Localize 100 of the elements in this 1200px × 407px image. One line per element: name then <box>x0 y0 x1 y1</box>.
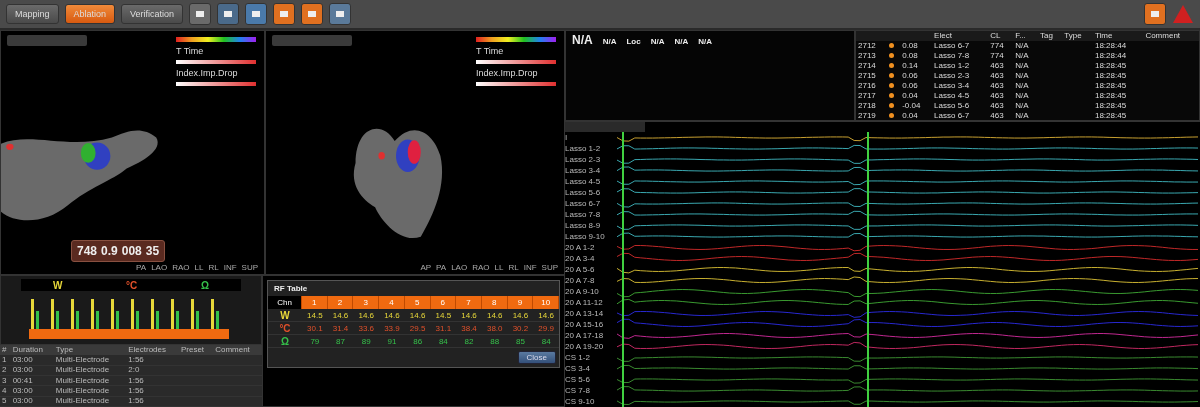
tool-icon <box>1149 8 1161 20</box>
view-button[interactable]: LL <box>494 264 504 272</box>
table-cell: Lasso 5-6 <box>934 101 970 110</box>
dot-icon <box>889 93 895 98</box>
table-cell: N/A <box>1015 111 1029 120</box>
view-button[interactable]: PA <box>436 264 447 272</box>
toolbar-button[interactable] <box>217 3 240 25</box>
table-cell: 33.6 <box>353 322 380 335</box>
view-button[interactable]: INF <box>523 264 537 272</box>
column-header: 7 <box>456 296 482 309</box>
table-cell: 30.1 <box>302 322 328 335</box>
table-cell: -0.04 <box>902 101 921 110</box>
table-cell: Multi-Electrode <box>55 386 110 396</box>
table-cell: 2719 <box>858 111 876 120</box>
table-cell: 14.6 <box>533 309 559 322</box>
table-cell: 03:00 <box>12 386 33 396</box>
column-header[interactable]: Comment <box>213 345 262 355</box>
view-button[interactable]: LAO <box>451 264 468 272</box>
channel-label: CS 5-6 <box>565 375 591 384</box>
view-button[interactable]: LL <box>194 264 204 272</box>
table-cell: 30.2 <box>507 322 534 335</box>
channel-label: Lasso 6-7 <box>565 199 602 208</box>
table-cell: Lasso 2-3 <box>934 71 970 80</box>
mode-tab[interactable]: Verification <box>121 4 184 24</box>
table-cell: 0.14 <box>902 61 918 70</box>
info-value: N/A <box>698 37 713 46</box>
table-cell: 29.5 <box>404 322 431 335</box>
table-cell: 84 <box>430 335 457 348</box>
dot-icon <box>889 103 895 108</box>
map-viewport[interactable]: T Time Index.Imp.Drop 748 0.9 008 35 PA LAO RAO LL RL INF SUP <box>0 30 265 275</box>
column-header[interactable]: Electrodes <box>126 345 179 355</box>
column-header: 10 <box>533 296 559 309</box>
chart-legend-label: W <box>52 279 63 291</box>
channel-label: Lasso 7-8 <box>565 210 602 219</box>
info-value: N/A <box>572 33 593 47</box>
table-cell: 18:28:45 <box>1094 91 1127 100</box>
table-cell: 31.1 <box>430 322 457 335</box>
view-button[interactable]: RAO <box>172 264 190 272</box>
toolbar-button[interactable] <box>189 3 212 25</box>
mode-tab[interactable]: Mapping <box>6 4 59 24</box>
view-button[interactable]: RL <box>208 264 219 272</box>
table-cell: 2:0 <box>128 365 140 375</box>
table-cell: Lasso 6-7 <box>934 41 970 50</box>
table-cell: 0.06 <box>902 71 918 80</box>
tool-icon <box>222 8 235 20</box>
view-button[interactable]: AP <box>420 264 432 272</box>
table-cell: 3 <box>2 375 7 385</box>
panel-title: RF Table <box>273 283 309 295</box>
toolbar-button[interactable] <box>1144 3 1166 25</box>
info-value: N/A <box>674 37 689 46</box>
table-cell: Multi-Electrode <box>55 365 110 375</box>
toolbar-button[interactable] <box>245 3 268 25</box>
channel-label: 20 A 1-2 <box>565 243 596 252</box>
column-header: Chn <box>268 296 302 309</box>
toolbar-button[interactable] <box>329 3 352 25</box>
table-cell: 03:00 <box>12 365 33 375</box>
column-header[interactable]: Preset <box>178 345 214 355</box>
channel-label: CS 7-8 <box>565 386 591 395</box>
view-button[interactable]: RAO <box>472 264 490 272</box>
view-button[interactable]: RL <box>508 264 519 272</box>
table-cell: 14.6 <box>327 309 354 322</box>
table-cell: N/A <box>1015 101 1029 110</box>
table-cell: 18:28:45 <box>1094 101 1127 110</box>
table-cell: 14.5 <box>302 309 328 322</box>
dot-icon <box>889 83 895 88</box>
table-cell: 463 <box>990 101 1004 110</box>
view-button[interactable]: INF <box>223 264 237 272</box>
view-button[interactable]: SUP <box>541 264 558 272</box>
table-cell: 38.0 <box>481 322 508 335</box>
channel-label: I <box>565 133 569 142</box>
map-viewport[interactable]: T Time Index.Imp.Drop AP PA LAO RAO LL RL INF SUP <box>265 30 565 275</box>
info-value: N/A <box>602 37 617 46</box>
legend-label: T Time <box>176 46 205 56</box>
tool-icon <box>194 8 207 20</box>
table-cell: 774 <box>990 51 1004 60</box>
view-button[interactable]: PA <box>136 264 147 272</box>
table-cell: 1:56 <box>128 354 144 364</box>
table-cell: Multi-Electrode <box>55 375 110 385</box>
table-cell: 463 <box>990 61 1004 70</box>
readout-value: 748 <box>77 244 98 258</box>
column-header[interactable]: Duration <box>10 345 54 355</box>
dot-icon <box>889 43 895 48</box>
table-cell: 14.6 <box>353 309 380 322</box>
channel-label: 20 A 11-12 <box>565 298 604 307</box>
tool-icon <box>278 8 291 20</box>
column-header: 6 <box>430 296 457 309</box>
close-button[interactable]: Close <box>517 351 556 364</box>
table-cell: N/A <box>1015 91 1029 100</box>
dot-icon <box>889 63 895 68</box>
table-cell: 79 <box>302 335 328 348</box>
channel-label: 20 A 7-8 <box>565 276 596 285</box>
toolbar-button[interactable] <box>273 3 296 25</box>
table-cell: 2718 <box>858 101 876 110</box>
column-header[interactable]: Type <box>53 345 127 355</box>
table-cell: N/A <box>1015 51 1029 60</box>
view-button[interactable]: LAO <box>151 264 168 272</box>
toolbar-button[interactable] <box>301 3 324 25</box>
column-header[interactable]: # <box>0 345 11 355</box>
view-button[interactable]: SUP <box>241 264 258 272</box>
table-cell: 463 <box>990 71 1004 80</box>
